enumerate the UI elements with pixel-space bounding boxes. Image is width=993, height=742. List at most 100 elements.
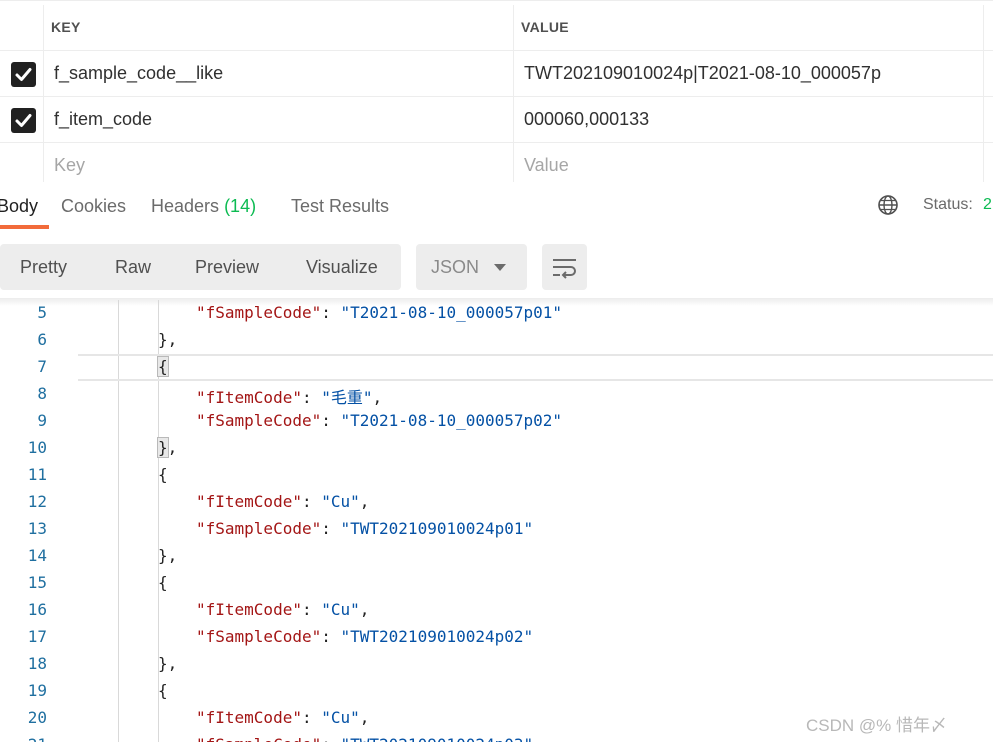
json-key: "fSampleCode" [196,627,322,646]
code-text: "fItemCode": "毛重", [196,388,383,407]
json-key: "fItemCode" [196,388,302,407]
value-header-label: VALUE [521,19,569,35]
param-value-field[interactable]: 000060,000133 [514,97,984,142]
language-dropdown[interactable]: JSON [416,244,527,290]
code-punctuation-rest: , [167,438,178,457]
json-string-value: "毛重" [321,388,373,407]
param-value-field[interactable]: TWT202109010024p|T2021-08-10_000057p [514,51,984,96]
json-string-value: "Cu" [321,492,360,511]
code-text: }, [158,654,177,673]
code-line: 17 "fSampleCode": "TWT202109010024p02" [0,624,993,651]
tab-headers-label: Headers [151,196,220,216]
code-line: 15 { [0,570,993,597]
param-key-field[interactable]: f_sample_code__like [44,51,514,96]
param-key-field[interactable]: f_item_code [44,97,514,142]
line-number: 15 [27,573,47,592]
code-line: 8 "fItemCode": "毛重", [0,381,993,408]
line-number: 11 [27,465,47,484]
visualize-button[interactable]: Visualize [306,257,378,278]
status-label: Status: [923,196,973,213]
code-punctuation: }, [158,654,178,673]
json-string-value: "TWT202109010024p01" [340,519,534,538]
tab-test-results[interactable]: Test Results [291,196,389,217]
json-key: "fSampleCode" [196,519,322,538]
json-string-value: "Cu" [321,600,360,619]
code-text: { [158,465,168,484]
json-string-value: "T2021-08-10_000057p02" [340,411,563,430]
code-punctuation: { [158,573,168,592]
new-param-value-input[interactable]: Value [514,143,984,182]
tab-body[interactable]: Body [0,196,38,217]
json-string-value: "T2021-08-10_000057p01" [340,303,563,322]
line-number: 6 [37,330,47,349]
json-string-value: "TWT202109010024p02" [340,627,534,646]
watermark: CSDN @% 惜年〆 [806,716,947,735]
code-line: 12 "fItemCode": "Cu", [0,489,993,516]
param-key-text: f_item_code [54,109,153,129]
code-text: "fItemCode": "Cu", [196,600,370,619]
raw-button[interactable]: Raw [115,257,151,278]
line-number: 7 [37,357,47,376]
pretty-button[interactable]: Pretty [20,257,67,278]
code-line: 18}, [0,651,993,678]
params-header-row: KEY VALUE [0,5,993,51]
new-param-checkbox-cell [0,143,44,182]
code-line: 6}, [0,327,993,354]
code-line: 10}, [0,435,993,462]
language-dropdown-value: JSON [431,257,480,277]
json-key: "fSampleCode" [196,735,321,742]
code-text: }, [157,437,178,458]
json-key: "fItemCode" [196,600,302,619]
code-line: 14}, [0,543,993,570]
code-line: 13 "fSampleCode": "TWT202109010024p01" [0,516,993,543]
param-enabled-checkbox[interactable] [11,62,36,87]
new-param-key-input[interactable]: Key [44,143,514,182]
line-number: 13 [27,519,47,538]
param-checkbox-cell [0,97,44,142]
code-text: "fItemCode": "Cu", [196,492,370,511]
param-value-text: 000060,000133 [524,109,650,129]
code-punctuation: }, [158,546,178,565]
code-text: }, [158,546,177,565]
json-key: "fSampleCode" [196,411,322,430]
line-number: 14 [27,546,47,565]
new-param-row: Key Value [0,143,993,182]
code-text: { [158,681,168,700]
line-number: 10 [27,438,47,457]
code-text: "fItemCode": "Cu", [196,708,370,727]
line-number: 18 [27,654,47,673]
tab-cookies[interactable]: Cookies [61,196,126,217]
code-punctuation: }, [157,437,178,458]
line-number: 20 [27,708,47,727]
preview-button[interactable]: Preview [195,257,259,278]
code-punctuation: { [158,465,168,484]
param-row: f_sample_code__like TWT202109010024p|T20… [0,51,993,97]
response-tabs: Body Cookies Headers (14) Test Results [0,181,993,229]
globe-icon[interactable] [877,194,899,216]
line-number: 9 [37,411,47,430]
json-key: "fItemCode" [196,708,302,727]
body-view-mode-selector: Pretty Raw Preview Visualize [0,244,401,290]
code-line: 9 "fSampleCode": "T2021-08-10_000057p02" [0,408,993,435]
param-value-text: TWT202109010024p|T2021-08-10_000057p [524,63,881,83]
current-line-highlight [78,354,993,381]
key-placeholder: Key [54,155,86,175]
json-key: "fSampleCode" [196,303,322,322]
header-checkbox-cell [0,5,44,50]
line-number: 19 [27,681,47,700]
line-number: 8 [37,384,47,403]
param-row: f_item_code 000060,000133 [0,97,993,143]
code-line: 19 { [0,678,993,705]
json-key: "fItemCode" [196,492,302,511]
headers-count-badge: (14) [224,196,257,216]
code-text: "fSampleCode": "TWT202109010024p01" [196,519,534,538]
key-column-header: KEY [44,5,514,50]
code-punctuation: }, [158,330,178,349]
wrap-lines-button[interactable] [542,244,587,290]
code-text: { [158,573,168,592]
code-text: "fSampleCode": "T2021-08-10_000057p01" [196,303,563,322]
query-params-table: KEY VALUE f_sample_code__like TWT2021090… [0,0,993,182]
code-line: 5 "fSampleCode": "T2021-08-10_000057p01" [0,300,993,327]
tab-headers[interactable]: Headers (14) [151,196,256,217]
param-enabled-checkbox[interactable] [11,108,36,133]
